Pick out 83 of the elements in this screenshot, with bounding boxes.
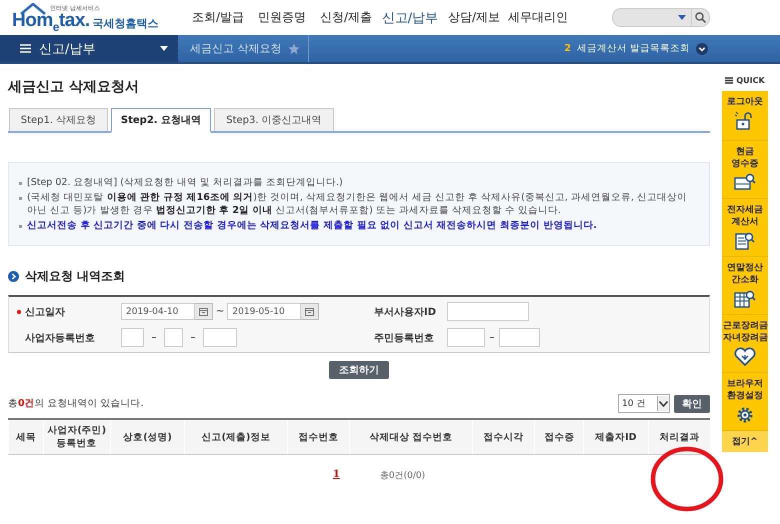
chevron-down-icon xyxy=(659,400,668,406)
dash-icon xyxy=(152,337,156,338)
document-icon xyxy=(734,231,756,251)
calendar-icon xyxy=(199,308,208,316)
quick-menu-item[interactable]: 전자세금 계산서 xyxy=(722,199,768,257)
step-tab[interactable]: Step2. 요청내역 xyxy=(111,108,211,133)
recent-menu-link[interactable]: 세금계산서 발급목록조회 xyxy=(576,42,690,55)
quick-menu-title: QUICK xyxy=(736,76,765,84)
column-header: 제출자ID xyxy=(584,419,648,454)
bullet-icon xyxy=(19,225,22,228)
table-icon xyxy=(734,289,756,309)
menu-icon xyxy=(725,76,734,84)
menu-item[interactable]: 신청/제출 xyxy=(314,8,378,26)
notice-text: 신고서전송 후 신고기간 중에 다시 전송할 경우에는 삭제요청서를 제출할 필요 없이 신고서 재전송하시면 최종분이 반영됩니다. xyxy=(27,219,597,232)
calendar-icon xyxy=(305,308,314,316)
dash-icon xyxy=(490,337,494,338)
notice-text: [Step 02. 요청내역] (삭제요청한 내역 및 처리결과를 조회단계입니다.) xyxy=(27,176,343,189)
step-tab[interactable]: Step1. 삭제요청 xyxy=(9,108,108,131)
field-label: 부서사용자ID xyxy=(374,306,438,318)
text-field[interactable] xyxy=(499,328,540,347)
column-header: 접수증 xyxy=(534,419,584,454)
field-label: 사업자등록번호 xyxy=(25,332,95,344)
text-field[interactable] xyxy=(447,328,485,347)
quick-menu-item[interactable]: 현금 영수증 xyxy=(722,141,768,199)
dash-icon xyxy=(191,337,195,338)
menu-icon xyxy=(20,44,31,53)
breadcrumb-current: 세금신고 삭제요청 xyxy=(190,41,282,56)
field-label: 주민등록번호 xyxy=(374,332,435,344)
notice-text: (국세청 대민포탈 이용에 관한 규정 제16조에 의거)한 것이며, 삭제요청기한은 웹에서 세금 신고한 후 삭제사유(중복신고, 과세연월오류, 신고대상이 아닌 신고 등)가 발생한 경우 법정신고기한 후 2일 이내 신고서(첨부서류포함) 또는 과세자료를 삭제요청할 수 있습니다. xyxy=(27,191,688,217)
menu-item[interactable]: 상담/제보 xyxy=(442,8,506,26)
quick-menu-item[interactable]: 연말정산 간소화 xyxy=(722,257,768,315)
column-header: 접수번호 xyxy=(287,419,350,454)
search-field[interactable] xyxy=(612,8,710,27)
text-field[interactable] xyxy=(203,328,237,347)
text-field[interactable] xyxy=(164,328,183,347)
logo-korean-text: 국세청홈택스 xyxy=(92,16,159,30)
date-field[interactable]: 2019-05-10 xyxy=(227,303,302,320)
column-header: 신고(제출)정보 xyxy=(184,419,288,454)
page-link[interactable]: 1 xyxy=(332,469,340,482)
heart-icon xyxy=(734,347,756,367)
result-summary: 총0건의 요청내역이 있습니다. xyxy=(8,397,145,410)
column-header: 처리결과 xyxy=(648,419,710,454)
required-icon xyxy=(17,310,21,314)
menu-item[interactable]: 세무대리인 xyxy=(506,8,570,26)
menu-item[interactable]: 신고/납부 xyxy=(378,8,442,26)
collapse-button[interactable]: 접기^ xyxy=(722,431,768,452)
search-button[interactable]: 조회하기 xyxy=(329,361,389,379)
search-button[interactable] xyxy=(691,9,709,26)
column-header: 상호(성명) xyxy=(110,419,185,454)
bullet-icon xyxy=(19,182,22,185)
search-icon xyxy=(695,12,706,23)
quick-menu-item[interactable]: 근로장려금 자녀장려금 xyxy=(722,315,768,373)
column-header: 사업자(주민) 등록번호 xyxy=(43,419,110,454)
column-header: 세목 xyxy=(8,419,44,454)
column-header: 접수시각 xyxy=(472,419,535,454)
section-title: 삭제요청 내역조회 xyxy=(25,268,126,285)
text-field[interactable] xyxy=(121,328,144,347)
text-field[interactable] xyxy=(447,302,529,321)
page-title: 세금신고 삭제요청서 xyxy=(8,78,140,96)
quick-menu-item[interactable]: 로그아웃 xyxy=(722,91,768,141)
quick-menu-item[interactable]: 브라우저 환경설정 xyxy=(722,373,768,431)
step-tab[interactable]: Step3. 이중신고내역 xyxy=(214,108,334,131)
range-separator: ~ xyxy=(216,306,224,317)
calendar-button[interactable] xyxy=(195,303,213,320)
caret-icon xyxy=(678,15,686,20)
menu-dropdown[interactable]: 신고/납부 xyxy=(0,35,178,62)
caret-icon xyxy=(160,46,168,51)
bullet-icon xyxy=(19,197,22,200)
menu-item[interactable]: 민원증명 xyxy=(250,8,314,26)
confirm-button[interactable]: 확인 xyxy=(674,394,710,412)
rank-number: 2 xyxy=(564,43,571,54)
menu-item[interactable]: 조회/발급 xyxy=(186,8,250,26)
date-field[interactable]: 2019-04-10 xyxy=(121,303,195,320)
column-header: 삭제대상 접수번호 xyxy=(350,419,472,454)
arrow-circle-icon xyxy=(8,271,19,282)
house-roof-icon xyxy=(20,2,46,14)
calendar-button[interactable] xyxy=(301,303,320,320)
total-count: 총0건(0/0) xyxy=(380,470,426,482)
logo-text: Hom$_{e}$tax. xyxy=(12,10,90,32)
star-icon[interactable] xyxy=(288,42,300,54)
chevron-down-icon xyxy=(696,42,708,54)
field-label: 신고일자 xyxy=(25,306,65,318)
page-size-select[interactable]: 10 건 xyxy=(618,394,670,413)
